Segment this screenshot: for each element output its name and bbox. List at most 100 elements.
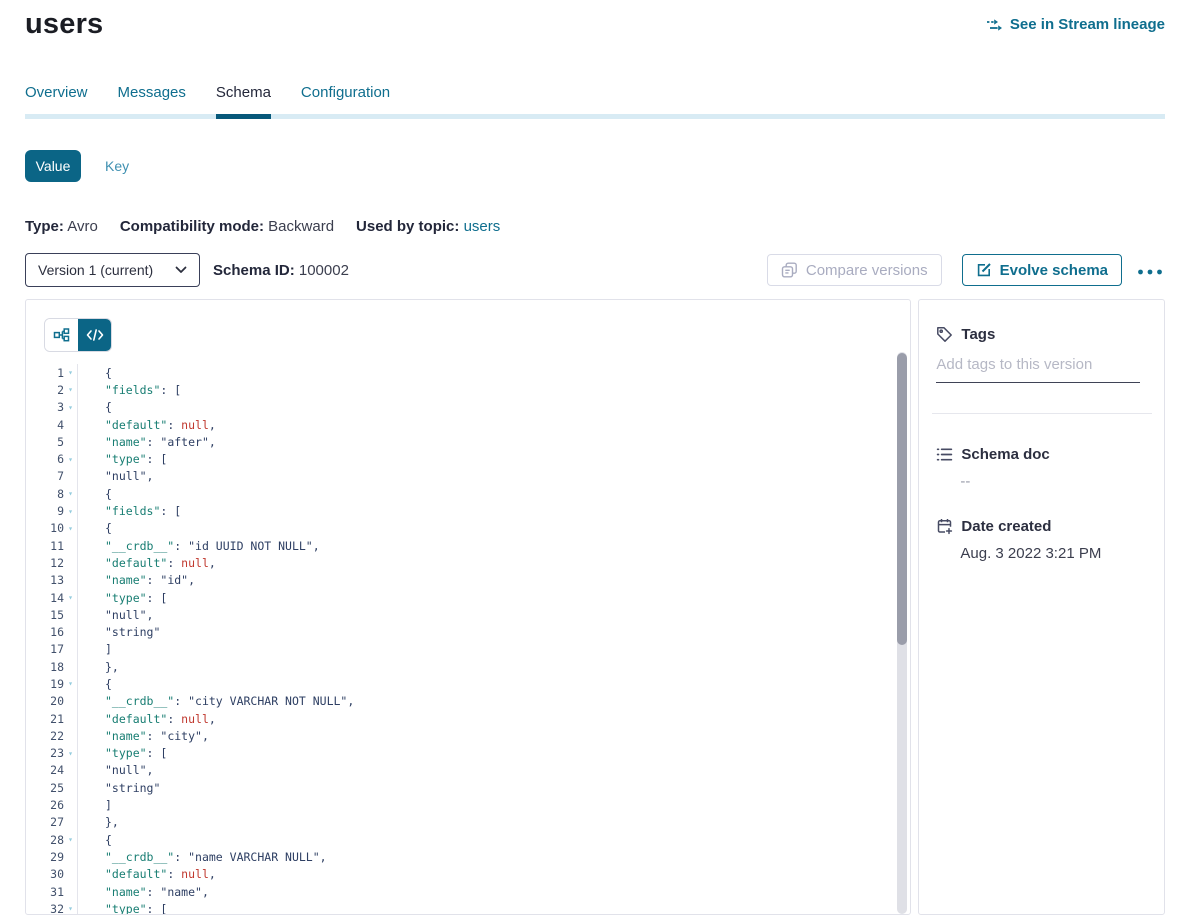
line-number: 28 (26, 833, 64, 847)
code-line: 2▾ "fields": [ (26, 381, 910, 398)
line-number: 23 (26, 746, 64, 760)
version-select[interactable]: Version 1 (current) (25, 253, 200, 287)
fold-toggle-icon[interactable]: ▾ (64, 679, 77, 688)
key-tab-button[interactable]: Key (105, 158, 129, 174)
used-by-topic-field: Used by topic: users (356, 218, 500, 235)
code-line: 16 "string" (26, 623, 910, 640)
date-created-title: Date created (961, 518, 1051, 535)
code-text: "name": "id", (77, 572, 195, 589)
fold-toggle-icon[interactable]: ▾ (64, 385, 77, 394)
compare-versions-icon (781, 262, 798, 278)
fold-toggle-icon[interactable]: ▾ (64, 749, 77, 758)
list-icon (936, 447, 953, 462)
code-text: "fields": [ (77, 502, 181, 519)
line-number: 30 (26, 867, 64, 881)
code-scrollbar[interactable] (897, 352, 907, 914)
code-line: 28▾ { (26, 831, 910, 848)
code-text: "type": [ (77, 450, 167, 467)
line-number: 32 (26, 902, 64, 915)
code-text: "default": null, (77, 416, 216, 433)
line-number: 19 (26, 677, 64, 691)
schema-page: users See in Stream lineage Overview Mess… (0, 8, 1189, 916)
more-actions-button[interactable] (1135, 259, 1165, 282)
topic-link[interactable]: users (464, 218, 501, 235)
schema-id-label: Schema ID: (213, 262, 295, 279)
code-line: 21 "default": null, (26, 710, 910, 727)
chevron-down-icon (175, 266, 187, 274)
tags-title: Tags (961, 326, 995, 343)
code-line: 32▾ "type": [ (26, 900, 910, 915)
line-number: 1 (26, 366, 64, 380)
date-created-header: Date created (936, 518, 1148, 535)
page-title: users (25, 8, 103, 41)
code-line: 25 "string" (26, 779, 910, 796)
schema-code-panel: 1▾{2▾ "fields": [3▾ {4 "default": null,5… (25, 299, 911, 915)
fold-toggle-icon[interactable]: ▾ (64, 524, 77, 533)
line-number: 7 (26, 469, 64, 483)
code-scrollbar-thumb[interactable] (897, 353, 907, 645)
code-text: "default": null, (77, 710, 216, 727)
line-number: 8 (26, 487, 64, 501)
line-number: 26 (26, 798, 64, 812)
code-view-button[interactable] (78, 319, 111, 351)
fold-toggle-icon[interactable]: ▾ (64, 368, 77, 377)
line-number: 6 (26, 452, 64, 466)
tab-schema[interactable]: Schema (216, 84, 271, 119)
line-number: 29 (26, 850, 64, 864)
version-toolbar: Version 1 (current) Schema ID: 100002 Co… (25, 253, 1165, 287)
code-text: "default": null, (77, 866, 216, 883)
code-line: 3▾ { (26, 399, 910, 416)
code-text: "fields": [ (77, 381, 181, 398)
tab-messages[interactable]: Messages (118, 84, 186, 119)
fold-toggle-icon[interactable]: ▾ (64, 835, 77, 844)
type-field: Type: Avro (25, 218, 98, 235)
tab-overview[interactable]: Overview (25, 84, 88, 119)
code-line: 27 }, (26, 814, 910, 831)
code-line: 4 "default": null, (26, 416, 910, 433)
date-created-value: Aug. 3 2022 3:21 PM (960, 545, 1148, 562)
tab-configuration[interactable]: Configuration (301, 84, 390, 119)
date-created-section: Date created Aug. 3 2022 3:21 PM (936, 518, 1148, 562)
fold-toggle-icon[interactable]: ▾ (64, 489, 77, 498)
line-number: 5 (26, 435, 64, 449)
schema-doc-header: Schema doc (936, 446, 1148, 463)
code-line: 10▾ { (26, 520, 910, 537)
line-number: 20 (26, 694, 64, 708)
add-tags-input[interactable] (936, 356, 1139, 383)
value-key-toggle: Value Key (25, 150, 1165, 182)
value-tab-button[interactable]: Value (25, 150, 81, 182)
code-text: ] (77, 641, 112, 658)
schema-doc-value: -- (960, 473, 1148, 490)
code-text: "null", (77, 762, 153, 779)
line-number: 3 (26, 400, 64, 414)
line-number: 24 (26, 763, 64, 777)
evolve-schema-button[interactable]: Evolve schema (962, 254, 1122, 286)
code-line: 6▾ "type": [ (26, 450, 910, 467)
code-text: "type": [ (77, 589, 167, 606)
code-text: { (77, 675, 112, 692)
schema-doc-title: Schema doc (961, 446, 1049, 463)
line-number: 25 (26, 781, 64, 795)
code-line: 9▾ "fields": [ (26, 502, 910, 519)
stream-lineage-link[interactable]: See in Stream lineage (986, 16, 1165, 33)
fold-toggle-icon[interactable]: ▾ (64, 507, 77, 516)
code-line: 22 "name": "city", (26, 727, 910, 744)
type-value: Avro (67, 218, 98, 235)
code-text: "__crdb__": "name VARCHAR NULL", (77, 848, 327, 865)
code-line: 26 ] (26, 796, 910, 813)
code-line: 11 "__crdb__": "id UUID NOT NULL", (26, 537, 910, 554)
fold-toggle-icon[interactable]: ▾ (64, 593, 77, 602)
code-text: "null", (77, 606, 153, 623)
schema-json-code: 1▾{2▾ "fields": [3▾ {4 "default": null,5… (26, 364, 910, 915)
page-header: users See in Stream lineage (25, 8, 1165, 41)
compare-versions-button[interactable]: Compare versions (767, 254, 942, 286)
tree-view-button[interactable] (45, 319, 78, 351)
code-text: }, (77, 814, 119, 831)
line-number: 2 (26, 383, 64, 397)
fold-toggle-icon[interactable]: ▾ (64, 904, 77, 913)
stream-lineage-label: See in Stream lineage (1010, 16, 1165, 33)
fold-toggle-icon[interactable]: ▾ (64, 455, 77, 464)
tree-view-icon (53, 327, 70, 344)
code-line: 15 "null", (26, 606, 910, 623)
fold-toggle-icon[interactable]: ▾ (64, 403, 77, 412)
